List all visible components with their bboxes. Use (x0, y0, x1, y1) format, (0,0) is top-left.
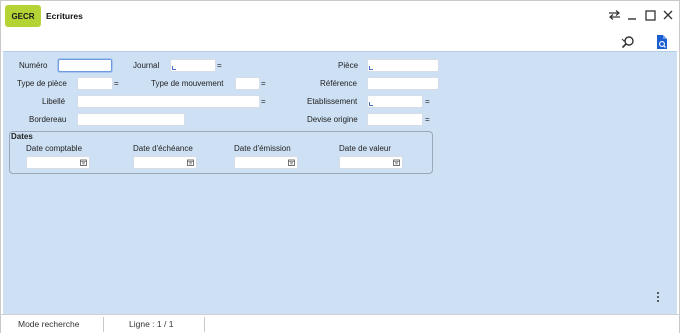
date-valeur-label: Date de valeur (339, 144, 392, 153)
libelle-lookup-icon[interactable]: = (261, 97, 266, 106)
libelle-input[interactable] (77, 95, 260, 108)
date-comptable-label: Date comptable (26, 144, 83, 153)
piece-label: Pièce (338, 61, 359, 70)
devise-input[interactable] (367, 113, 423, 126)
bordereau-label: Bordereau (29, 115, 67, 124)
journal-label: Journal (133, 61, 160, 70)
etablissement-label: Etablissement (307, 97, 358, 106)
journal-input[interactable] (170, 59, 216, 72)
app-code-badge[interactable]: GECR (5, 5, 41, 27)
reference-label: Référence (320, 79, 357, 88)
type-piece-input[interactable] (77, 77, 113, 90)
libelle-label: Libellé (42, 97, 66, 106)
date-echeance-label: Date d'échéance (133, 144, 193, 153)
etablissement-input[interactable] (367, 95, 423, 108)
type-piece-label: Type de pièce (17, 79, 67, 88)
piece-input[interactable] (367, 59, 439, 72)
dates-title: Dates (11, 132, 33, 141)
status-bar: Mode recherche Ligne : 1 / 1 (1, 314, 679, 333)
devise-lookup-icon[interactable]: = (425, 115, 430, 124)
window: GECR Ecritures Numéro Journal = Pièce Ty… (0, 0, 680, 333)
search-form-panel: Numéro Journal = Pièce Type de pièce = T… (3, 51, 677, 314)
calendar-icon[interactable] (288, 159, 295, 166)
date-emission-label: Date d'émission (234, 144, 291, 153)
calendar-icon[interactable] (80, 159, 87, 166)
swap-icon[interactable] (607, 8, 621, 22)
journal-lookup-icon[interactable]: = (217, 61, 222, 70)
status-divider (204, 317, 205, 332)
more-options-icon[interactable] (653, 290, 663, 304)
devise-label: Devise origine (307, 115, 358, 124)
date-valeur-input[interactable] (339, 156, 403, 169)
etablissement-lookup-icon[interactable]: = (425, 97, 430, 106)
minimize-icon[interactable] (625, 8, 639, 22)
bordereau-input[interactable] (77, 113, 185, 126)
close-icon[interactable] (661, 8, 675, 22)
date-emission-input[interactable] (234, 156, 298, 169)
type-piece-lookup-icon[interactable]: = (114, 79, 119, 88)
title-bar: GECR Ecritures (1, 1, 679, 31)
date-echeance-input[interactable] (133, 156, 197, 169)
document-search-icon[interactable] (653, 33, 671, 51)
date-comptable-input[interactable] (26, 156, 90, 169)
status-divider (103, 317, 104, 332)
type-mouvement-input[interactable] (235, 77, 260, 90)
numero-label: Numéro (19, 61, 48, 70)
type-mouvement-label: Type de mouvement (151, 79, 224, 88)
calendar-icon[interactable] (187, 159, 194, 166)
window-title: Ecritures (46, 11, 83, 21)
search-icon[interactable] (619, 33, 637, 51)
status-mode: Mode recherche (18, 319, 80, 329)
calendar-icon[interactable] (393, 159, 400, 166)
status-ligne: Ligne : 1 / 1 (129, 319, 174, 329)
numero-input[interactable] (58, 59, 112, 72)
maximize-icon[interactable] (643, 8, 657, 22)
reference-input[interactable] (367, 77, 439, 90)
type-mouvement-lookup-icon[interactable]: = (261, 79, 266, 88)
